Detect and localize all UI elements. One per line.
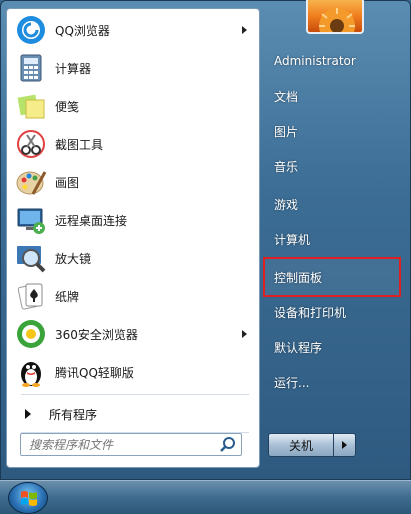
submenu-arrow-icon[interactable] bbox=[242, 330, 247, 338]
right-item-label: 游戏 bbox=[274, 197, 299, 212]
360-browser-icon bbox=[15, 318, 47, 350]
program-label: 远程桌面连接 bbox=[55, 213, 128, 228]
start-button[interactable] bbox=[8, 482, 48, 514]
right-item-label: 运行... bbox=[274, 375, 310, 390]
right-item-music[interactable]: 音乐 bbox=[266, 151, 402, 181]
right-item-label: 默认程序 bbox=[274, 340, 323, 355]
search-box[interactable] bbox=[20, 433, 242, 456]
program-label: 腾讯QQ轻聊版 bbox=[55, 365, 134, 380]
right-item-administrator[interactable]: Administrator bbox=[266, 46, 402, 76]
program-item-solitaire[interactable]: 纸牌 bbox=[11, 278, 257, 314]
sticky-notes-icon bbox=[15, 90, 47, 122]
search-input[interactable] bbox=[29, 435, 219, 454]
shutdown-options-button[interactable] bbox=[334, 433, 356, 457]
all-programs-button[interactable]: 所有程序 bbox=[11, 399, 257, 429]
program-label: 纸牌 bbox=[55, 289, 80, 304]
program-item-paint[interactable]: 画图 bbox=[11, 164, 257, 200]
program-item-magnifier[interactable]: 放大镜 bbox=[11, 240, 257, 276]
snipping-tool-icon bbox=[15, 128, 47, 160]
program-item-qq-lite[interactable]: 腾讯QQ轻聊版 bbox=[11, 354, 257, 390]
qq-browser-icon bbox=[15, 14, 47, 46]
right-item-documents[interactable]: 文档 bbox=[266, 81, 402, 111]
submenu-arrow-icon[interactable] bbox=[242, 26, 247, 34]
user-avatar[interactable] bbox=[306, 0, 364, 34]
remote-desktop-icon bbox=[15, 204, 47, 236]
program-item-snipping-tool[interactable]: 截图工具 bbox=[11, 126, 257, 162]
right-item-default-programs[interactable]: 默认程序 bbox=[266, 332, 402, 362]
qq-penguin-icon bbox=[15, 356, 47, 388]
right-item-label: Administrator bbox=[274, 54, 356, 68]
right-item-label: 设备和打印机 bbox=[274, 305, 347, 320]
program-item-calculator[interactable]: 计算器 bbox=[11, 50, 257, 86]
magnifier-icon bbox=[15, 242, 47, 274]
search-icon[interactable] bbox=[219, 436, 237, 454]
right-item-games[interactable]: 游戏 bbox=[266, 189, 402, 219]
right-item-run[interactable]: 运行... bbox=[266, 367, 402, 397]
program-label: 放大镜 bbox=[55, 251, 92, 266]
program-label: 360安全浏览器 bbox=[55, 327, 138, 342]
program-label: 计算器 bbox=[55, 61, 92, 76]
divider bbox=[21, 394, 249, 395]
right-item-control-panel[interactable]: 控制面板 bbox=[263, 257, 401, 297]
right-item-computer[interactable]: 计算机 bbox=[266, 224, 402, 254]
shutdown-group: 关机 bbox=[268, 433, 356, 457]
programs-panel: QQ浏览器 计算器 便笺 截图工具 画图 远程桌面连接 放大镜 纸牌 360安全… bbox=[6, 8, 260, 468]
right-item-label: 计算机 bbox=[274, 232, 311, 247]
right-item-label: 控制面板 bbox=[274, 270, 323, 285]
program-label: QQ浏览器 bbox=[55, 23, 110, 38]
program-item-360-browser[interactable]: 360安全浏览器 bbox=[11, 316, 257, 352]
all-programs-label: 所有程序 bbox=[49, 407, 98, 422]
arrow-right-icon bbox=[342, 441, 347, 449]
shutdown-button[interactable]: 关机 bbox=[268, 433, 334, 457]
right-item-pictures[interactable]: 图片 bbox=[266, 116, 402, 146]
right-item-label: 音乐 bbox=[274, 159, 299, 174]
program-item-sticky-notes[interactable]: 便笺 bbox=[11, 88, 257, 124]
paint-icon bbox=[15, 166, 47, 198]
program-label: 截图工具 bbox=[55, 137, 104, 152]
program-label: 便笺 bbox=[55, 99, 80, 114]
right-item-label: 文档 bbox=[274, 89, 299, 104]
calculator-icon bbox=[15, 52, 47, 84]
program-label: 画图 bbox=[55, 175, 80, 190]
taskbar bbox=[0, 480, 411, 514]
solitaire-icon bbox=[15, 280, 47, 312]
arrow-right-icon bbox=[25, 409, 31, 419]
program-item-remote-desktop[interactable]: 远程桌面连接 bbox=[11, 202, 257, 238]
right-item-label: 图片 bbox=[274, 124, 299, 139]
shutdown-label: 关机 bbox=[288, 438, 313, 453]
right-item-devices-printers[interactable]: 设备和打印机 bbox=[266, 297, 402, 327]
program-item-qq-browser[interactable]: QQ浏览器 bbox=[11, 12, 257, 48]
